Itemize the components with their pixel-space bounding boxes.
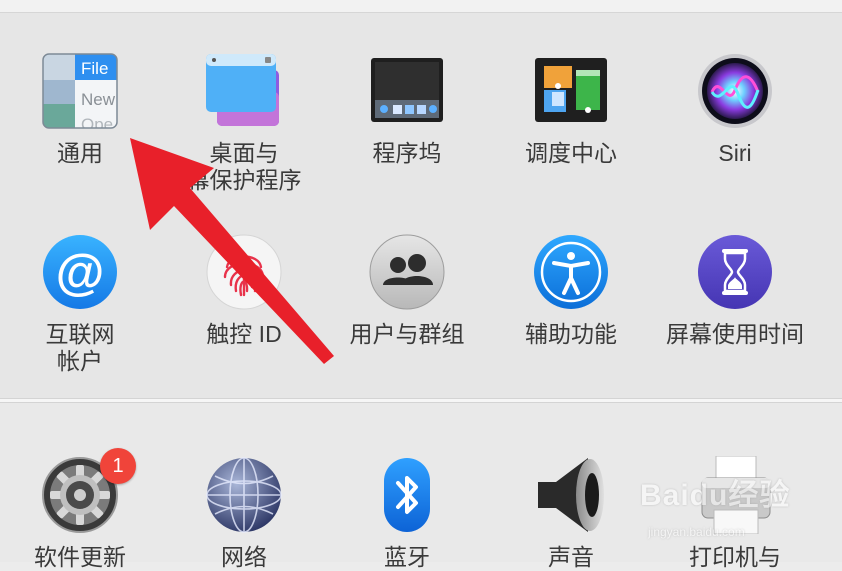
speaker-icon: [532, 456, 610, 534]
watermark: Baidu经验 jingyan.baidu.com: [640, 470, 840, 550]
hourglass-icon: [696, 233, 774, 311]
mission-control-icon: [532, 52, 610, 130]
watermark-url: jingyan.baidu.com: [648, 525, 745, 539]
pref-label: 蓝牙: [384, 544, 430, 570]
general-icon: File New Ope: [41, 52, 119, 130]
svg-text:@: @: [56, 244, 105, 300]
pref-label: 声音: [548, 544, 594, 570]
pref-label: 用户与群组: [349, 321, 465, 347]
pref-label: 屏幕使用时间: [666, 321, 804, 347]
svg-text:New: New: [81, 90, 116, 109]
pref-label: 通用: [57, 140, 103, 166]
pref-label: 互联网 帐户: [45, 321, 115, 374]
pref-label: 调度中心: [525, 140, 617, 166]
pref-label: 辅助功能: [525, 321, 617, 347]
pref-label: 触控 ID: [206, 321, 282, 347]
bluetooth-icon: [368, 456, 446, 534]
dock-icon: [368, 52, 446, 130]
fingerprint-icon: [205, 233, 283, 311]
pref-label: 程序坞: [372, 140, 442, 166]
at-sign-icon: @: [41, 233, 119, 311]
pref-label: Siri: [718, 140, 752, 166]
top-divider: [0, 0, 842, 13]
users-icon: [368, 233, 446, 311]
desktop-icon: [205, 52, 283, 130]
pref-label: 网络: [221, 544, 267, 570]
siri-icon: [696, 52, 774, 130]
svg-text:File: File: [81, 59, 108, 78]
accessibility-icon: [532, 233, 610, 311]
watermark-text: Baidu经验: [640, 479, 791, 512]
pref-label: 桌面与 幕保护程序: [186, 140, 302, 193]
globe-icon: [205, 456, 283, 534]
pref-label: 软件更新: [34, 544, 126, 570]
update-count-badge: 1: [100, 448, 136, 484]
